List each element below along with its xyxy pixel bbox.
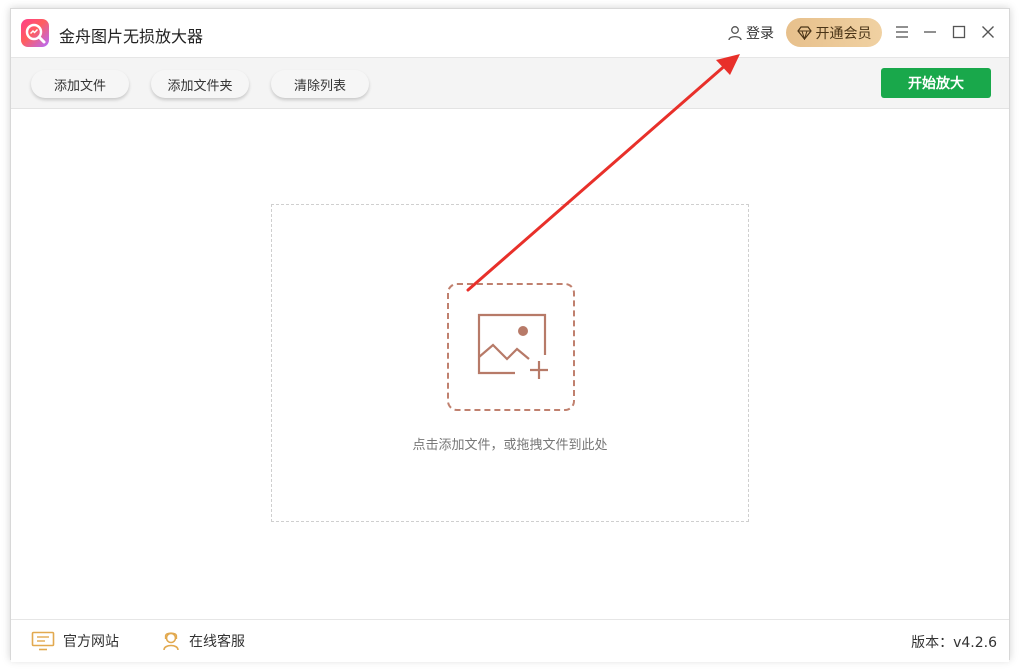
- official-website-link[interactable]: 官方网站: [31, 630, 119, 652]
- clear-list-button[interactable]: 清除列表: [271, 70, 369, 98]
- add-file-button[interactable]: 添加文件: [31, 70, 129, 98]
- app-logo-icon: [21, 19, 49, 47]
- version-label: 版本：v4.2.6: [911, 635, 997, 651]
- login-button[interactable]: 登录: [727, 23, 774, 43]
- online-support-label: 在线客服: [189, 634, 245, 650]
- monitor-icon: [31, 631, 55, 651]
- vip-button[interactable]: 开通会员: [786, 18, 882, 47]
- drop-hint-text: 点击添加文件，或拖拽文件到此处: [412, 438, 608, 453]
- add-folder-button[interactable]: 添加文件夹: [151, 70, 249, 98]
- app-window: 金舟图片无损放大器 登录 开通会员 添加文件 添加文件夹 清除列表 开始放大 点…: [10, 8, 1010, 662]
- support-agent-icon: [163, 632, 179, 651]
- maximize-icon[interactable]: [950, 23, 968, 41]
- vip-label: 开通会员: [815, 25, 872, 42]
- official-website-label: 官方网站: [63, 634, 119, 650]
- file-drop-zone[interactable]: 点击添加文件，或拖拽文件到此处: [271, 204, 749, 522]
- online-support-link[interactable]: 在线客服: [161, 630, 245, 652]
- app-title: 金舟图片无损放大器: [59, 27, 204, 46]
- minimize-icon[interactable]: [921, 23, 939, 41]
- toolbar: 添加文件 添加文件夹 清除列表 开始放大: [11, 57, 1009, 109]
- title-bar[interactable]: 金舟图片无损放大器 登录 开通会员: [11, 9, 1009, 57]
- image-add-icon: [477, 313, 548, 379]
- user-icon: [728, 26, 742, 41]
- diamond-icon: [796, 25, 812, 40]
- close-icon[interactable]: [979, 23, 997, 41]
- footer-bar: 官方网站 在线客服 版本：v4.2.6: [11, 619, 1009, 662]
- add-image-area[interactable]: [447, 283, 575, 411]
- start-enlarge-button[interactable]: 开始放大: [881, 68, 991, 98]
- login-label: 登录: [746, 26, 774, 42]
- menu-icon[interactable]: [893, 23, 911, 41]
